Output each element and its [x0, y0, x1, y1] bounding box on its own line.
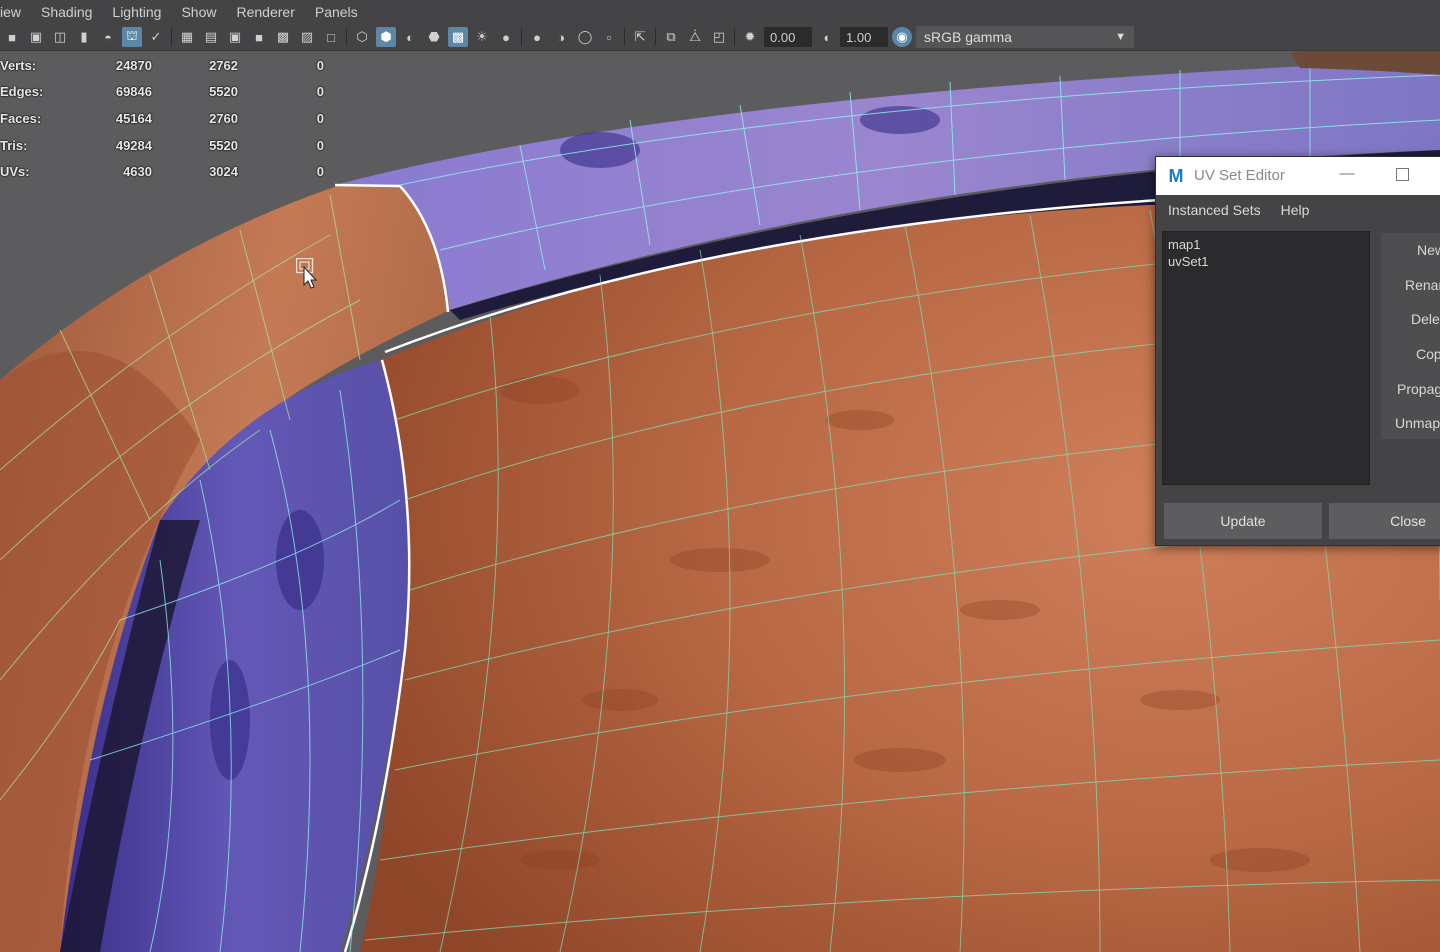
hud-label: Tris: [0, 137, 28, 153]
shadows-icon[interactable]: ● [527, 27, 547, 47]
motion-blur-icon[interactable]: ◯ [575, 27, 595, 47]
hud-label: UVs: [0, 164, 30, 180]
list-item[interactable]: map1 [1168, 236, 1364, 253]
hud-value: 5520 [209, 137, 238, 153]
field-chart-icon[interactable]: ▩ [273, 27, 293, 47]
screen-space-ao-icon[interactable]: ◑ [551, 27, 571, 47]
hud-value: 2762 [209, 57, 238, 73]
menu-instanced-sets[interactable]: Instanced Sets [1156, 202, 1271, 218]
hud-value: 0 [316, 137, 324, 153]
hud-value: 0 [316, 84, 324, 100]
toolbar-separator [346, 28, 347, 46]
new-button[interactable]: New [1381, 233, 1440, 268]
smooth-shade-icon[interactable]: ⬢ [376, 27, 396, 47]
hud-value: 0 [316, 57, 324, 73]
hud-label: Verts: [0, 57, 37, 73]
toolbar-separator [624, 28, 625, 46]
isolate-select-icon[interactable]: ⇱ [630, 27, 650, 47]
rename-button[interactable]: Rename [1381, 268, 1440, 303]
backface-culling-icon[interactable]: ◰ [709, 27, 729, 47]
propagate-button[interactable]: Propagate [1381, 371, 1440, 406]
window-title: UV Set Editor [1194, 167, 1285, 184]
wireframe-grid-icon[interactable]: ▦ [177, 27, 197, 47]
menu-help[interactable]: Help [1271, 202, 1320, 218]
film-gate-icon[interactable]: ▤ [201, 27, 221, 47]
hud-value: 4630 [123, 164, 152, 180]
gamma-field[interactable]: 1.00 [840, 27, 888, 47]
xray-joints-icon[interactable]: ⧉ [661, 27, 681, 47]
copy-button[interactable]: Copy [1381, 337, 1440, 372]
hud-value: 24870 [115, 57, 152, 73]
maximize-icon[interactable] [1396, 168, 1409, 181]
wireframe-on-shaded-icon[interactable]: ⬣ [424, 27, 444, 47]
menu-lighting[interactable]: Lighting [102, 4, 171, 20]
gate-mask-icon[interactable]: ■ [249, 27, 269, 47]
hud-value: 0 [316, 110, 324, 126]
hud-value: 0 [316, 164, 324, 180]
menu-show[interactable]: Show [171, 4, 226, 20]
wireframe-icon[interactable]: ⬡ [352, 27, 372, 47]
uv-editor-menubar: Instanced Sets Help [1156, 195, 1440, 225]
hud-value: 45164 [115, 110, 152, 126]
window-titlebar[interactable]: M UV Set Editor — [1156, 157, 1440, 195]
safe-title-icon[interactable]: □ [321, 27, 341, 47]
2d-pan-icon[interactable]: ✓ [146, 27, 166, 47]
image-plane-icon[interactable]: ◓ [98, 27, 118, 47]
textured-icon[interactable]: ● [496, 27, 516, 47]
exposure-icon[interactable]: ✹ [740, 27, 760, 47]
toolbar-separator [521, 28, 522, 46]
camera-bookmark-icon[interactable]: ◫ [50, 27, 70, 47]
menu-panels[interactable]: Panels [305, 4, 368, 20]
bookmark-icon[interactable]: ▮ [74, 27, 94, 47]
list-item[interactable]: uvSet1 [1168, 253, 1364, 270]
use-all-lights-icon[interactable]: ☀ [472, 27, 492, 47]
resolution-gate-icon[interactable]: ▣ [225, 27, 245, 47]
toolbar-separator [734, 28, 735, 46]
update-button[interactable]: Update [1164, 503, 1322, 539]
hud-value: 49284 [115, 137, 152, 153]
menu-renderer[interactable]: Renderer [226, 4, 304, 20]
exposure-field[interactable]: 0.00 [764, 27, 812, 47]
menu-view[interactable]: iew [0, 4, 31, 20]
hud-value: 3024 [209, 164, 238, 180]
xray-icon[interactable]: ▩ [448, 27, 468, 47]
minimize-icon[interactable]: — [1336, 163, 1358, 185]
shade-default-material-icon[interactable]: ◐ [400, 27, 420, 47]
hud-label: Faces: [0, 110, 42, 126]
unmap-button[interactable]: Unmap [1381, 406, 1440, 441]
safe-action-icon[interactable]: ▨ [297, 27, 317, 47]
chevron-down-icon: ▼ [1115, 31, 1126, 43]
toolbar-separator [171, 28, 172, 46]
antialias-icon[interactable]: ▫ [599, 27, 619, 47]
hud-value: 5520 [209, 84, 238, 100]
camera-icon[interactable]: ■ [2, 27, 22, 47]
viewport-toolbar: ■ ▣ ◫ ▮ ◓ ⛫ ✓ ▦ ▤ ▣ ■ ▩ ▨ □ ⬡ ⬢ ◐ ⬣ ▩ ☀ … [0, 24, 1440, 51]
delete-button[interactable]: Delete [1381, 302, 1440, 337]
gamma-icon[interactable]: ◖ [816, 27, 836, 47]
viewport-menubar: iew Shading Lighting Show Renderer Panel… [0, 0, 1440, 24]
colorspace-label: sRGB gamma [924, 29, 1012, 45]
toolbar-separator [655, 28, 656, 46]
menu-shading[interactable]: Shading [31, 4, 102, 20]
uv-set-action-buttons: New Rename Delete Copy Propagate Unmap [1381, 233, 1440, 439]
hud-value: 2760 [209, 110, 238, 126]
colorspace-dropdown[interactable]: sRGB gamma ▼ [916, 26, 1134, 48]
grid-toggle-icon[interactable]: ⛫ [122, 27, 142, 47]
hud-label: Edges: [0, 84, 44, 100]
camera-attrs-icon[interactable]: ▣ [26, 27, 46, 47]
maya-logo-icon: M [1168, 165, 1184, 186]
hud-value: 69846 [115, 84, 152, 100]
color-management-icon[interactable]: ◉ [892, 27, 912, 47]
close-button[interactable]: Close [1329, 503, 1440, 539]
mouse-cursor-icon [295, 257, 320, 295]
xray-active-icon[interactable]: ⧊ [685, 27, 705, 47]
uv-set-editor-window[interactable]: M UV Set Editor — Instanced Sets Help ma… [1155, 156, 1440, 546]
uv-set-list[interactable]: map1 uvSet1 [1162, 231, 1370, 485]
